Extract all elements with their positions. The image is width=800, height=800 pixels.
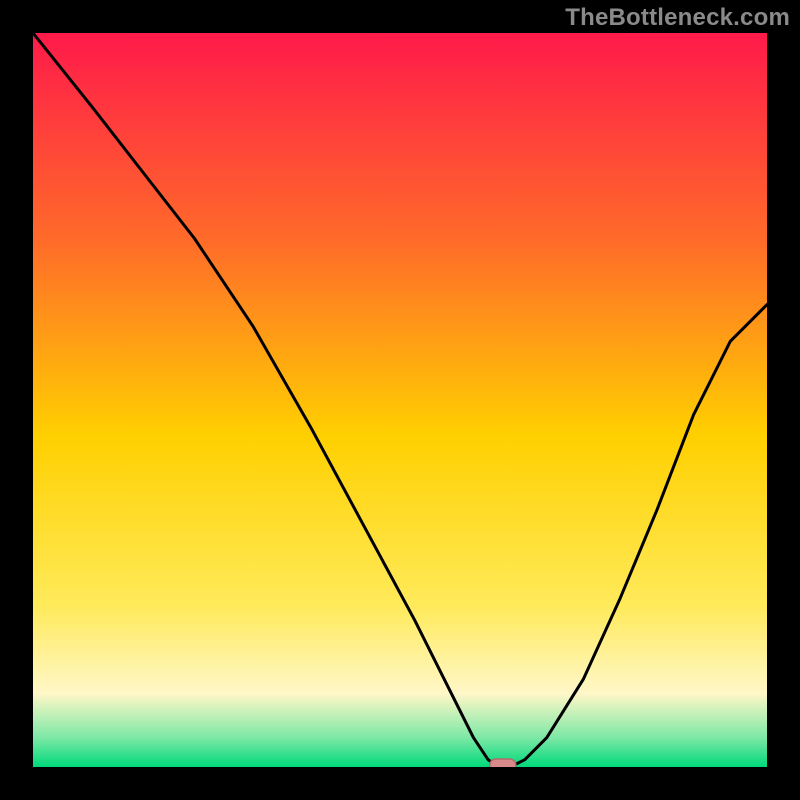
bottleneck-plot: [33, 33, 767, 767]
watermark-text: TheBottleneck.com: [565, 4, 790, 32]
chart-frame: TheBottleneck.com: [0, 0, 800, 800]
optimal-marker: [490, 759, 516, 767]
gradient-background: [33, 33, 767, 767]
